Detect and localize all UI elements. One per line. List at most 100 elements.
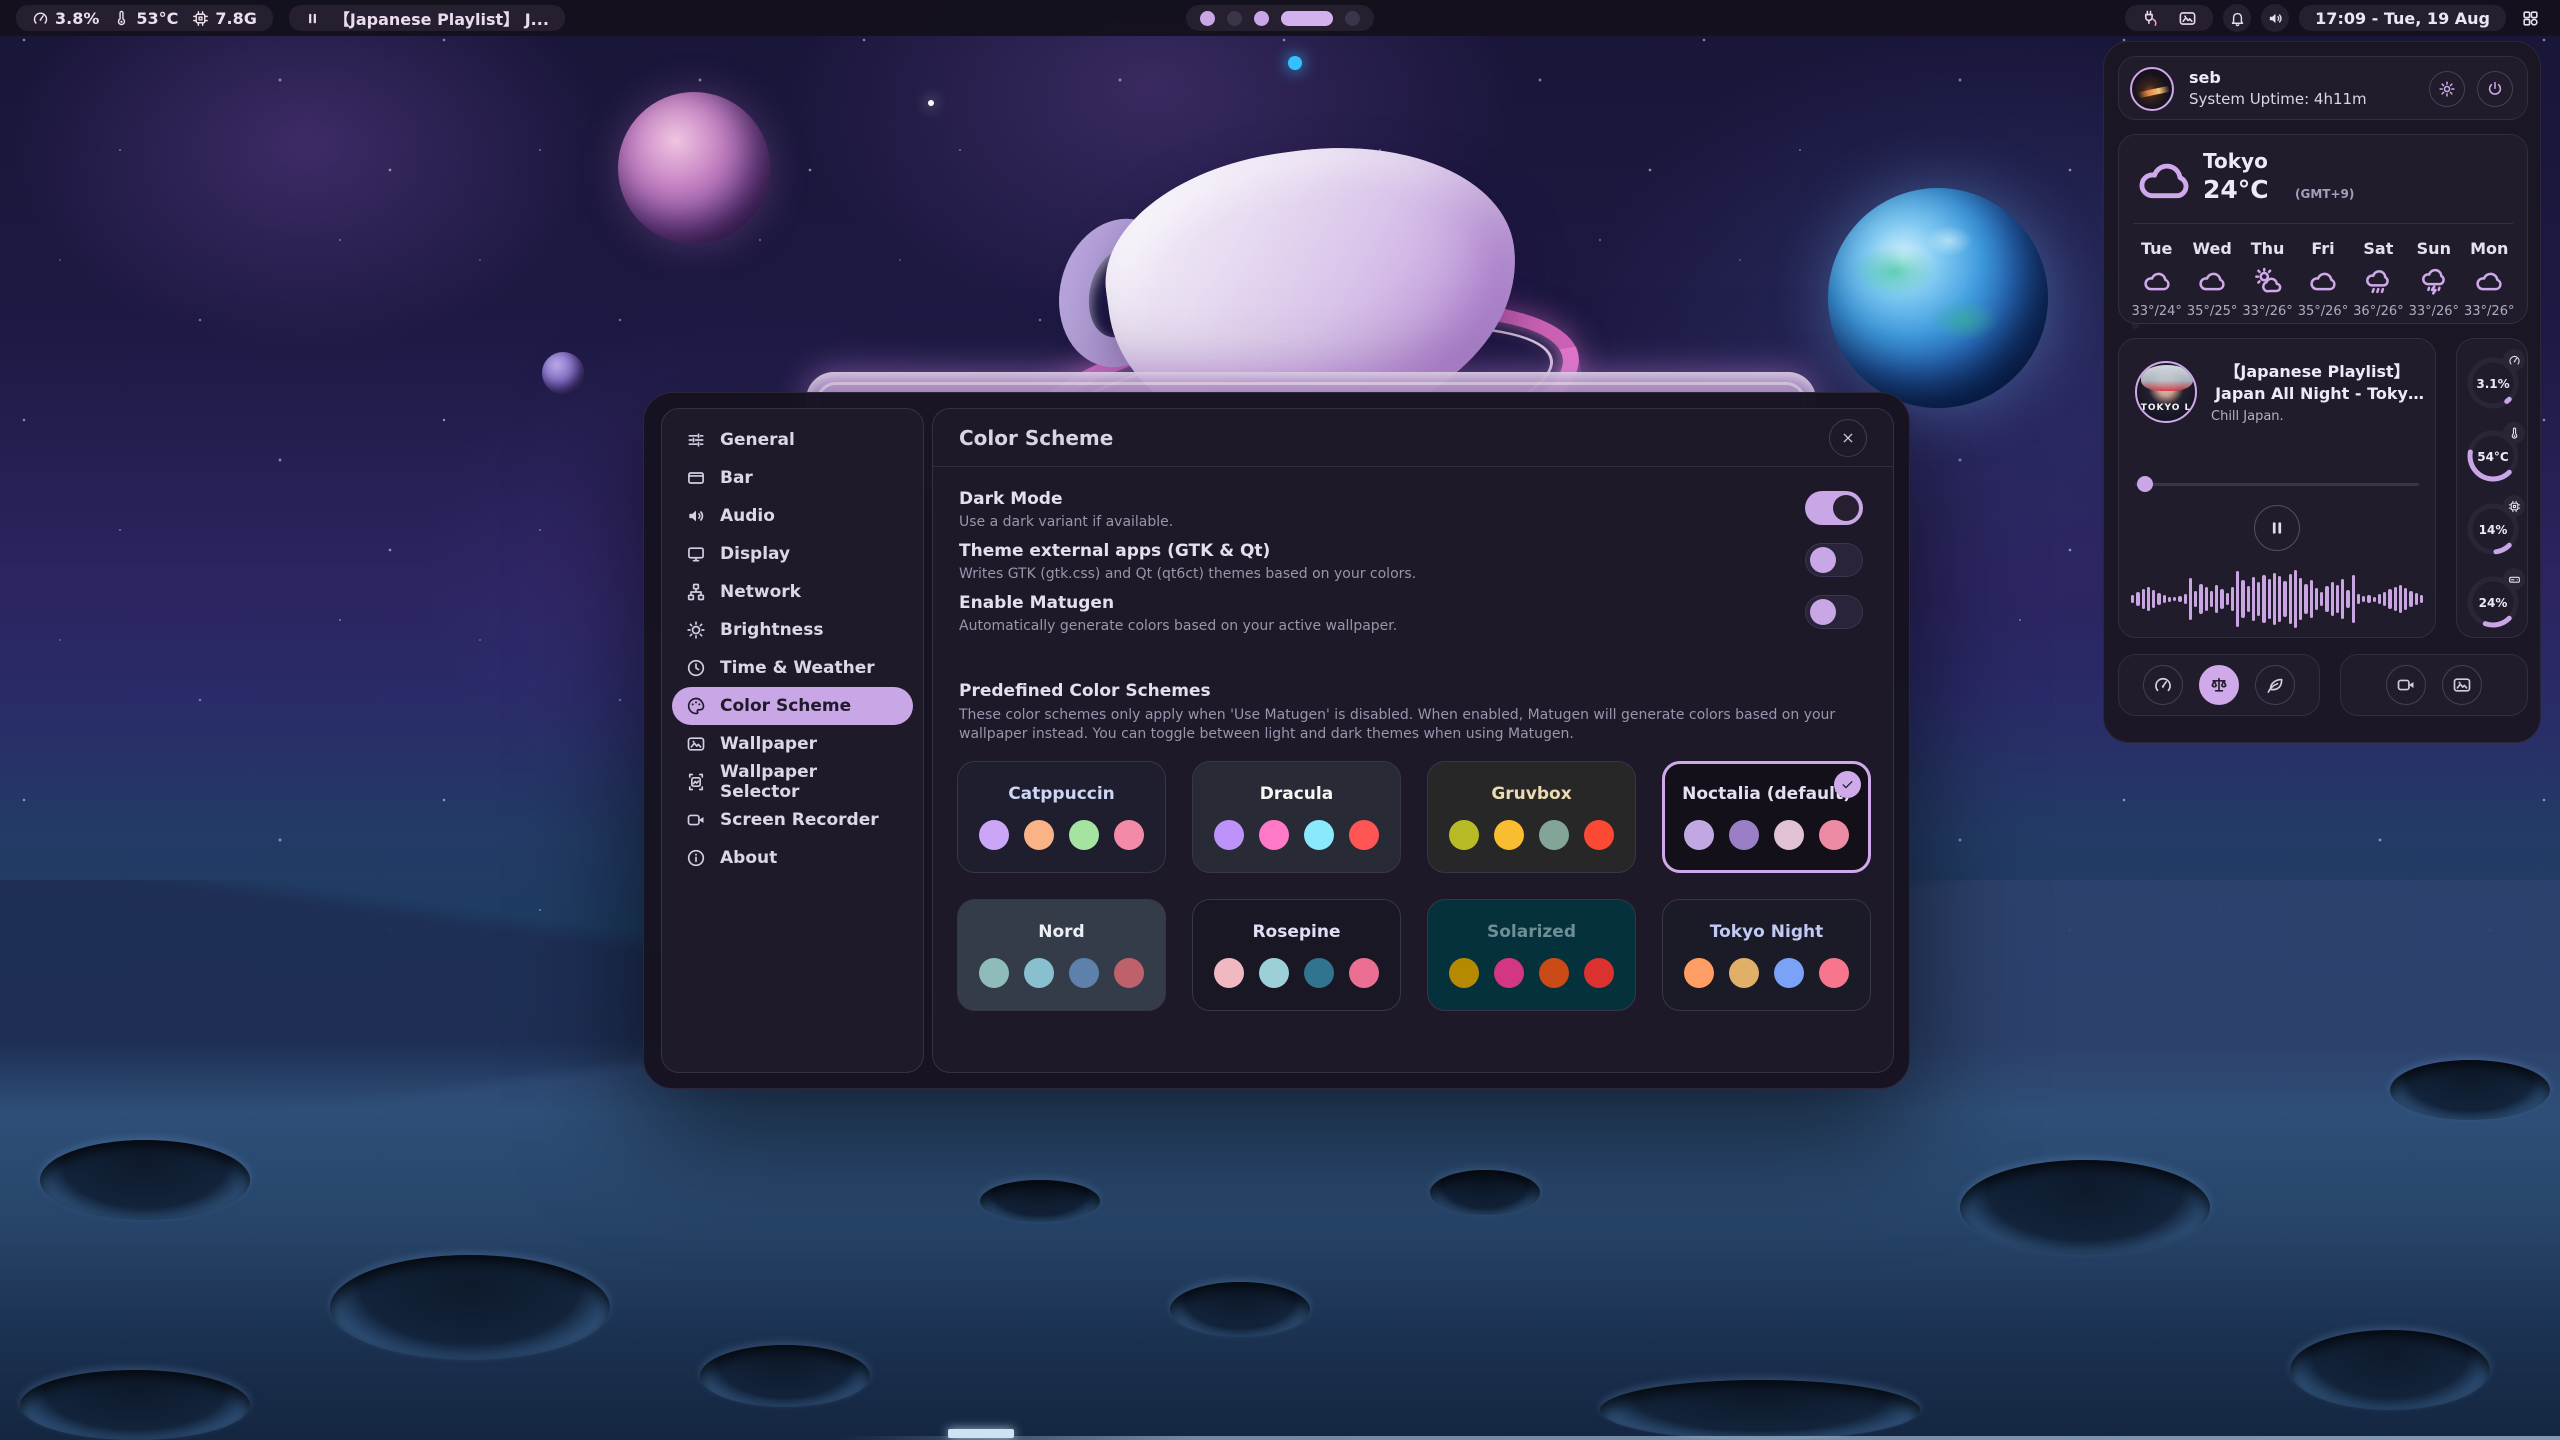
cpu-temp: 53°C (136, 9, 178, 28)
media-progress-track[interactable] (2135, 483, 2419, 486)
sidebar-item-color-scheme[interactable]: Color Scheme (672, 687, 913, 725)
viz-bar (2399, 585, 2402, 613)
forecast-day-sun: Sun33°/26° (2406, 235, 2461, 315)
volume-icon (2267, 10, 2284, 27)
notifications-button[interactable] (2223, 4, 2251, 32)
viz-bar (2320, 592, 2323, 606)
schemes-section-title: Predefined Color Schemes (959, 681, 1211, 701)
forecast-day-name: Sun (2417, 239, 2451, 258)
sidebar-item-label: Wallpaper (720, 734, 817, 754)
viz-bar (2241, 580, 2244, 618)
forecast-day-name: Tue (2141, 239, 2172, 258)
workspace-dot-1[interactable] (1200, 11, 1215, 26)
color-swatch (1584, 958, 1614, 988)
gauge-icon (2508, 354, 2521, 367)
gauge-badge (2503, 495, 2525, 517)
cloud-icon (2474, 266, 2504, 296)
toggle-switch[interactable] (1805, 491, 1863, 525)
workspace-dot-3[interactable] (1254, 11, 1269, 26)
sidebar-item-label: About (720, 848, 777, 868)
setting-row-3: Enable MatugenAutomatically generate col… (959, 593, 1867, 634)
memory-icon (192, 10, 209, 27)
viz-bar (2220, 589, 2223, 609)
bell-icon (2229, 10, 2246, 27)
crater (2290, 1330, 2490, 1410)
sidebar-item-about[interactable]: About (672, 839, 913, 877)
scheme-card-tokyo-night[interactable]: Tokyo Night (1662, 899, 1871, 1011)
scheme-card-rosepine[interactable]: Rosepine (1192, 899, 1401, 1011)
forecast-day-name: Fri (2311, 239, 2334, 258)
workspace-dot-5[interactable] (1345, 11, 1360, 26)
color-swatch (1349, 820, 1379, 850)
sidebar-item-bar[interactable]: Bar (672, 459, 913, 497)
setting-description: Use a dark variant if available. (959, 514, 1867, 530)
viz-bar (2283, 581, 2286, 617)
toggle-switch[interactable] (1805, 595, 1863, 629)
color-swatch (1069, 958, 1099, 988)
viz-bar (2331, 582, 2334, 616)
scheme-card-dracula[interactable]: Dracula (1192, 761, 1401, 873)
power-profile-leaf-button[interactable] (2255, 665, 2295, 705)
viz-bar (2247, 586, 2250, 612)
quick-actions-card (2340, 654, 2528, 716)
power-profile-gauge-button[interactable] (2143, 665, 2183, 705)
setting-description: Automatically generate colors based on y… (959, 618, 1867, 634)
gauge-chip: 14% (2463, 495, 2523, 561)
color-swatch (1539, 820, 1569, 850)
crater (1170, 1282, 1310, 1337)
power-profile-scales-button[interactable] (2199, 665, 2239, 705)
setting-row-2: Theme external apps (GTK & Qt)Writes GTK… (959, 541, 1867, 582)
viz-bar (2189, 578, 2192, 620)
sidebar-item-wallpaper-selector[interactable]: Wallpaper Selector (672, 763, 913, 801)
scheme-card-noctalia-default-[interactable]: Noctalia (default) (1662, 761, 1871, 873)
media-pill[interactable]: 【Japanese Playlist】 J... (289, 5, 565, 31)
workspace-dot-2[interactable] (1227, 11, 1242, 26)
scheme-swatches (1214, 820, 1379, 850)
sidebar-item-general[interactable]: General (672, 421, 913, 459)
clock-pill[interactable]: 17:09 - Tue, 19 Aug (2299, 5, 2506, 31)
viz-bar (2168, 597, 2171, 602)
brightness-icon (686, 620, 706, 640)
pause-icon (305, 11, 320, 26)
close-icon (1840, 430, 1856, 446)
workspace-dot-4[interactable] (1281, 11, 1333, 26)
system-stats-pill[interactable]: 3.8% 53°C 7.8G (16, 5, 273, 31)
media-pause-button[interactable] (2254, 505, 2300, 551)
sidebar-item-display[interactable]: Display (672, 535, 913, 573)
media-progress-knob[interactable] (2137, 476, 2153, 492)
wallpaper-tray-icon[interactable] (2178, 9, 2197, 28)
crater (20, 1370, 250, 1440)
sidebar-item-screen-recorder[interactable]: Screen Recorder (672, 801, 913, 839)
sidebar-item-wallpaper[interactable]: Wallpaper (672, 725, 913, 763)
workspace-indicator[interactable] (1186, 5, 1374, 31)
power-button[interactable] (2477, 71, 2513, 107)
sidebar-item-network[interactable]: Network (672, 573, 913, 611)
sidebar-item-label: Wallpaper Selector (720, 762, 899, 802)
color-swatch (1684, 820, 1714, 850)
setting-title: Dark Mode (959, 489, 1867, 509)
scheme-card-nord[interactable]: Nord (957, 899, 1166, 1011)
scales-icon (2209, 675, 2229, 695)
scheme-card-solarized[interactable]: Solarized (1427, 899, 1636, 1011)
volume-button[interactable] (2261, 4, 2289, 32)
scheme-card-gruvbox[interactable]: Gruvbox (1427, 761, 1636, 873)
tray-pill[interactable] (2125, 5, 2213, 31)
scheme-card-catppuccin[interactable]: Catppuccin (957, 761, 1166, 873)
quick-action-image-button[interactable] (2442, 665, 2482, 705)
color-swatch (1069, 820, 1099, 850)
drive-icon (2508, 573, 2521, 586)
app-grid-button[interactable] (2516, 4, 2544, 32)
sidebar-item-audio[interactable]: Audio (672, 497, 913, 535)
setting-row-1: Dark Mode Use a dark variant if available… (959, 489, 1867, 530)
sidebar-item-brightness[interactable]: Brightness (672, 611, 913, 649)
toggle-switch[interactable] (1805, 543, 1863, 577)
color-swatch (1114, 958, 1144, 988)
memory-usage: 7.8G (215, 9, 256, 28)
power-icon (2486, 80, 2504, 98)
settings-button[interactable] (2429, 71, 2465, 107)
weather-cloud-icon (2135, 151, 2193, 209)
network-tray-icon[interactable] (2141, 9, 2160, 28)
close-button[interactable] (1829, 419, 1867, 457)
quick-action-video-button[interactable] (2386, 665, 2426, 705)
sidebar-item-time-weather[interactable]: Time & Weather (672, 649, 913, 687)
